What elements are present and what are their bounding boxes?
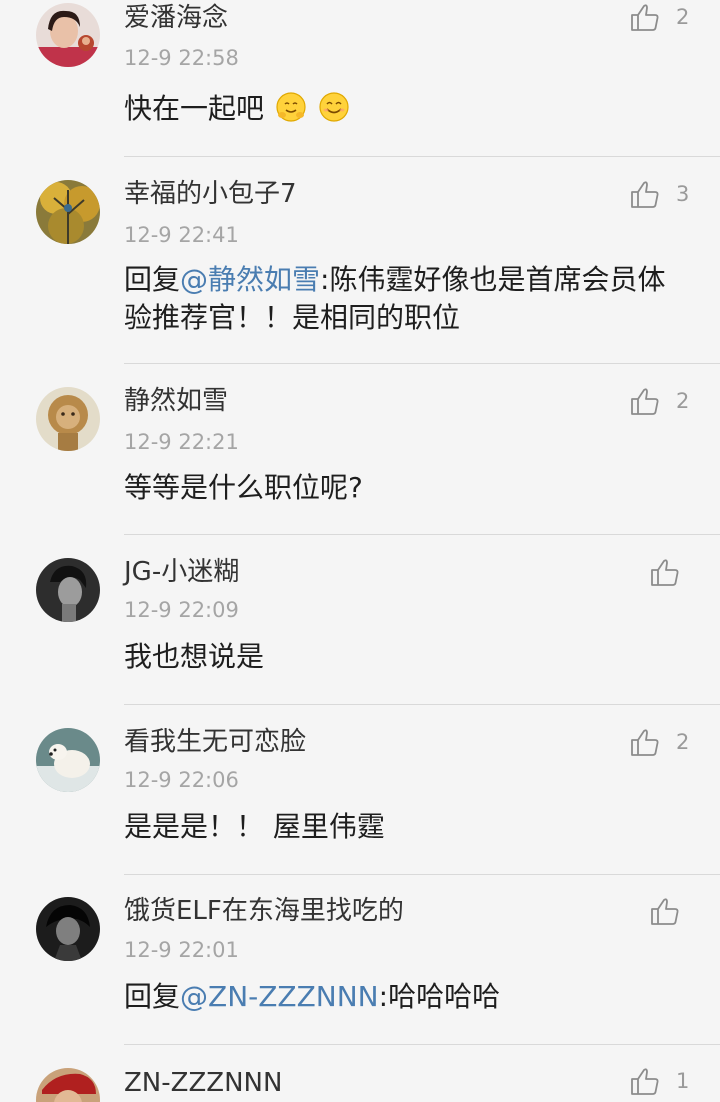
comment-username[interactable]: JG-小迷糊: [124, 556, 239, 588]
comment-item: 静然如雪 12-9 22:21 等等是什么职位呢? 2: [0, 364, 720, 534]
thumbs-up-icon: [631, 1068, 659, 1095]
like-count: 1: [676, 1069, 690, 1093]
comment-text: 是是是！！ 屋里伟霆: [124, 810, 385, 843]
thumbs-up-icon: [631, 181, 659, 208]
comment-username[interactable]: 看我生无可恋脸: [124, 726, 306, 758]
reply-prefix: 回复: [124, 263, 181, 296]
comment-text: 快在一起吧: [124, 90, 684, 128]
comment-text-content: 快在一起吧: [124, 92, 265, 125]
like-count: 2: [676, 5, 690, 29]
like-button[interactable]: 2: [630, 2, 689, 32]
reply-prefix: 回复: [124, 980, 181, 1013]
avatar[interactable]: [36, 3, 100, 67]
avatar[interactable]: [36, 558, 100, 622]
like-button[interactable]: 2: [630, 727, 689, 757]
comment-item: ZN-ZZZNNN 1: [0, 1045, 720, 1102]
comment-username[interactable]: 爱潘海念: [124, 2, 228, 34]
comment-timestamp: 12-9 22:58: [124, 46, 239, 70]
thumbs-up-icon: [631, 388, 659, 415]
user-mention-link[interactable]: @静然如雪: [180, 263, 320, 296]
avatar[interactable]: [36, 387, 100, 451]
comment-timestamp: 12-9 22:21: [124, 430, 239, 454]
comment-item: 饿货ELF在东海里找吃的 12-9 22:01 回复@ZN-ZZZNNN:哈哈哈…: [0, 875, 720, 1044]
like-button[interactable]: [650, 896, 680, 926]
like-button[interactable]: 1: [630, 1066, 689, 1096]
avatar[interactable]: [36, 1068, 100, 1102]
comment-username[interactable]: 幸福的小包子7: [124, 178, 297, 210]
comment-text: 等等是什么职位呢?: [124, 471, 363, 504]
comment-username[interactable]: 静然如雪: [124, 385, 228, 417]
avatar[interactable]: [36, 897, 100, 961]
comment-timestamp: 12-9 22:09: [124, 598, 239, 622]
user-mention-link[interactable]: @ZN-ZZZNNN: [180, 980, 379, 1013]
like-button[interactable]: [650, 557, 680, 587]
thumbs-up-icon: [631, 729, 659, 756]
thumbs-up-icon: [651, 559, 679, 586]
comment-item: JG-小迷糊 12-9 22:09 我也想说是: [0, 535, 720, 704]
comment-timestamp: 12-9 22:41: [124, 223, 239, 247]
comment-username[interactable]: ZN-ZZZNNN: [124, 1067, 282, 1099]
like-button[interactable]: 3: [630, 179, 689, 209]
like-count: 3: [676, 182, 690, 206]
comment-list: 爱潘海念 12-9 22:58 快在一起吧 2 幸福的小包子7 12-9 22:…: [0, 0, 720, 1102]
like-count: 2: [676, 730, 690, 754]
hugging-face-emoji: [276, 92, 306, 122]
comment-timestamp: 12-9 22:01: [124, 938, 239, 962]
comment-text: 回复@静然如雪:陈伟霆好像也是首席会员体验推荐官！！是相同的职位: [124, 261, 684, 337]
thumbs-up-icon: [631, 4, 659, 31]
avatar[interactable]: [36, 180, 100, 244]
comment-item: 看我生无可恋脸 12-9 22:06 是是是！！ 屋里伟霆 2: [0, 705, 720, 874]
comment-text: 我也想说是: [124, 640, 265, 673]
thumbs-up-icon: [651, 898, 679, 925]
comment-item: 幸福的小包子7 12-9 22:41 回复@静然如雪:陈伟霆好像也是首席会员体验…: [0, 157, 720, 363]
like-button[interactable]: 2: [630, 386, 689, 416]
like-count: 2: [676, 389, 690, 413]
avatar[interactable]: [36, 728, 100, 792]
comment-text-content: :哈哈哈哈: [378, 980, 501, 1013]
comment-item: 爱潘海念 12-9 22:58 快在一起吧 2: [0, 0, 720, 156]
smiling-face-emoji: [319, 92, 349, 122]
comment-text: 回复@ZN-ZZZNNN:哈哈哈哈: [124, 978, 684, 1016]
comment-timestamp: 12-9 22:06: [124, 768, 239, 792]
comment-username[interactable]: 饿货ELF在东海里找吃的: [124, 895, 404, 927]
